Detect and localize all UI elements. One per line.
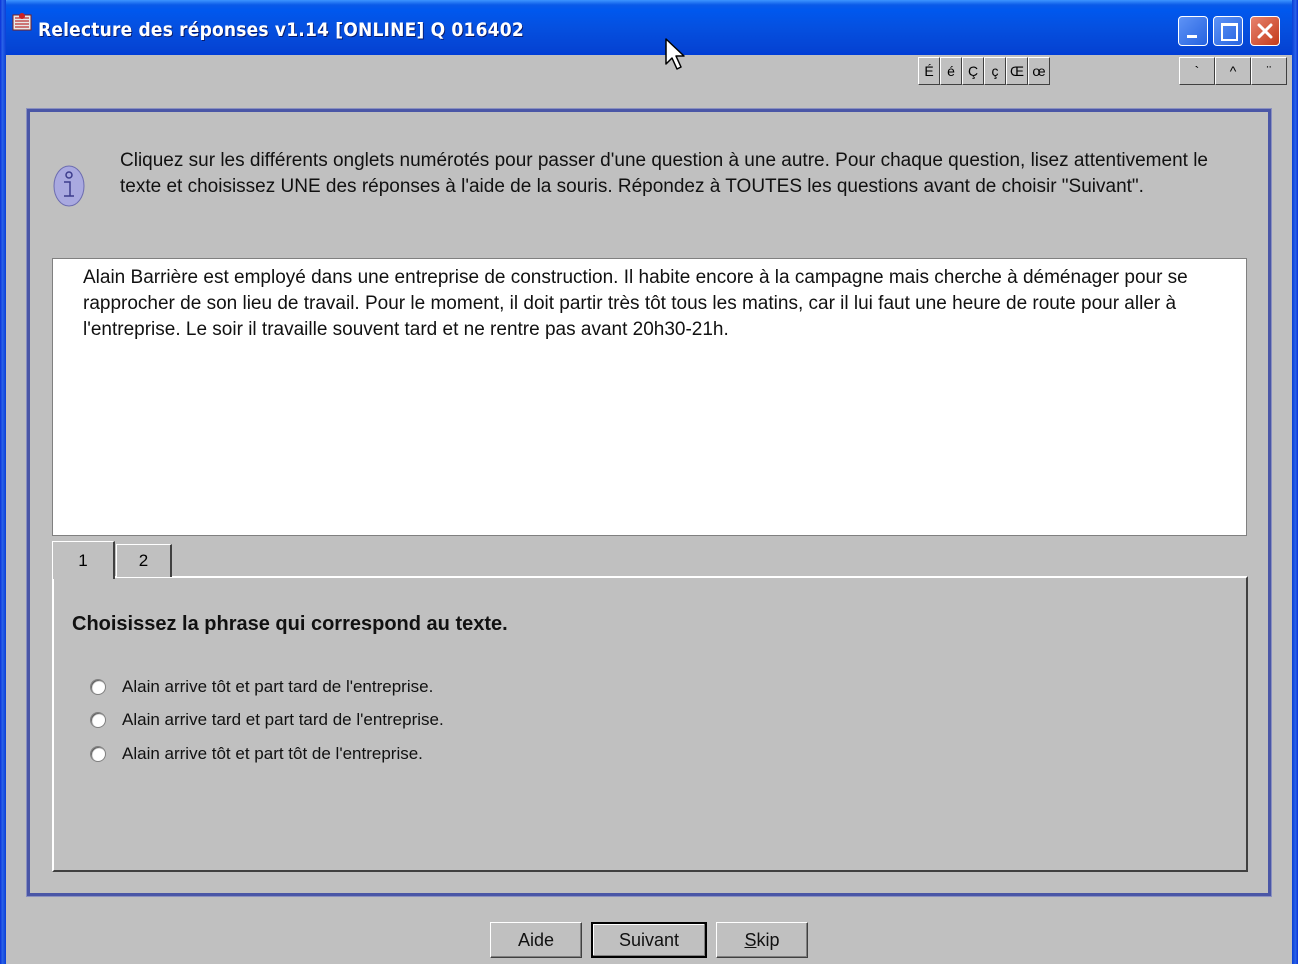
skip-label-rest: kip — [756, 929, 780, 950]
skip-mnemonic: S — [744, 929, 757, 950]
next-button[interactable]: Suivant — [591, 922, 707, 958]
mouse-cursor-icon — [665, 38, 685, 70]
close-icon — [1257, 23, 1273, 39]
accent-button-circumflex[interactable]: ^ — [1215, 57, 1251, 85]
skip-button[interactable]: Skip — [716, 922, 808, 958]
answer-option-1[interactable]: Alain arrive tôt et part tard de l'entre… — [90, 675, 433, 699]
answer-option-label: Alain arrive tôt et part tôt de l'entrep… — [122, 744, 423, 763]
application-window: Relecture des réponses v1.14 [ONLINE] Q … — [0, 0, 1298, 964]
answer-option-label: Alain arrive tôt et part tard de l'entre… — [122, 677, 434, 696]
accent-button-grave[interactable]: ` — [1179, 57, 1215, 85]
help-button[interactable]: Aide — [490, 922, 582, 958]
char-button-OE-upper[interactable]: Œ — [1006, 57, 1028, 85]
radio-button[interactable] — [90, 746, 106, 762]
answer-option-3[interactable]: Alain arrive tôt et part tôt de l'entrep… — [90, 742, 423, 766]
char-button-oe[interactable]: œ — [1028, 57, 1050, 85]
accent-button-diaeresis[interactable]: ¨ — [1251, 57, 1287, 85]
radio-button[interactable] — [90, 679, 106, 695]
app-icon — [12, 13, 32, 31]
char-button-C-cedilla-upper[interactable]: Ç — [962, 57, 984, 85]
answer-option-label: Alain arrive tard et part tard de l'entr… — [122, 710, 444, 729]
reading-passage: Alain Barrière est employé dans une entr… — [52, 258, 1247, 536]
maximize-button[interactable] — [1213, 16, 1243, 46]
question-prompt: Choisissez la phrase qui correspond au t… — [72, 613, 508, 635]
tab-question-1[interactable]: 1 — [52, 541, 115, 579]
window-frame-right — [1292, 0, 1298, 964]
answer-option-2[interactable]: Alain arrive tard et part tard de l'entr… — [90, 708, 444, 732]
info-icon — [53, 165, 85, 207]
accent-toolbar: ` ^ ¨ — [1179, 57, 1287, 85]
radio-button[interactable] — [90, 712, 106, 728]
char-button-c-cedilla[interactable]: ç — [984, 57, 1006, 85]
close-button[interactable] — [1250, 16, 1280, 46]
window-title: Relecture des réponses v1.14 [ONLINE] Q … — [38, 19, 524, 41]
tab-question-2[interactable]: 2 — [116, 544, 172, 577]
char-button-E-acute-upper[interactable]: É — [918, 57, 940, 85]
minimize-button[interactable] — [1178, 16, 1208, 46]
instructions-text: Cliquez sur les différents onglets numér… — [120, 150, 1208, 197]
char-button-e-acute[interactable]: é — [940, 57, 962, 85]
special-char-toolbar: É é Ç ç Œ œ — [918, 57, 1050, 85]
title-bar[interactable]: Relecture des réponses v1.14 [ONLINE] Q … — [0, 0, 1298, 55]
